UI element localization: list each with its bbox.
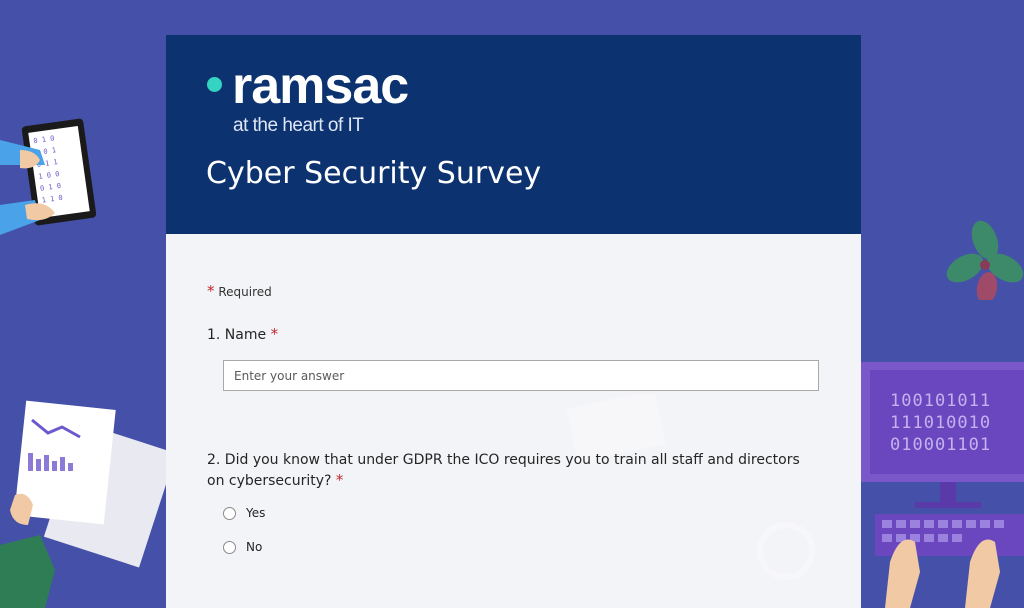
- binary-line-2: 111010010: [890, 413, 991, 433]
- question-2-label: 2. Did you know that under GDPR the ICO …: [207, 452, 800, 489]
- form-title: Cyber Security Survey: [206, 156, 542, 191]
- option-no-label: No: [246, 540, 263, 554]
- brand-logo: ramsac: [232, 57, 409, 115]
- option-yes[interactable]: Yes: [223, 506, 265, 520]
- form-body: * Required 1. Name * 2. Did you know tha…: [166, 234, 861, 608]
- brand-tagline: at the heart of IT: [233, 115, 364, 136]
- binary-line-3: 010001101: [890, 435, 991, 455]
- required-asterisk: *: [207, 282, 215, 300]
- survey-form-card: ramsac at the heart of IT Cyber Security…: [166, 35, 861, 608]
- required-label: Required: [218, 285, 272, 299]
- leaf-plant-illustration: [946, 220, 1024, 300]
- radio-no[interactable]: [223, 540, 236, 554]
- question-1-required-asterisk: *: [270, 325, 279, 343]
- required-note: * Required: [207, 282, 272, 300]
- option-no[interactable]: No: [223, 540, 262, 554]
- brand-logo-dot-icon: [207, 77, 222, 92]
- tablet-hands-illustration: 0 1 01 0 10 1 1 1 0 00 1 01 1 0: [0, 118, 97, 235]
- option-yes-label: Yes: [246, 506, 266, 520]
- computer-keyboard-illustration: 100101011 111010010 010001101: [860, 362, 1024, 608]
- question-2-title: 2. Did you know that under GDPR the ICO …: [207, 450, 807, 491]
- chart-papers-illustration: [0, 400, 170, 608]
- question-1-title: 1. Name *: [207, 324, 278, 345]
- question-2-required-asterisk: *: [335, 471, 344, 489]
- question-1-label: 1. Name: [207, 327, 267, 343]
- background-coffee-cup-icon: [757, 522, 815, 580]
- form-banner: ramsac at the heart of IT Cyber Security…: [166, 35, 861, 234]
- radio-yes[interactable]: [223, 506, 236, 520]
- binary-line-1: 100101011: [890, 391, 991, 411]
- name-answer-input[interactable]: [223, 360, 819, 391]
